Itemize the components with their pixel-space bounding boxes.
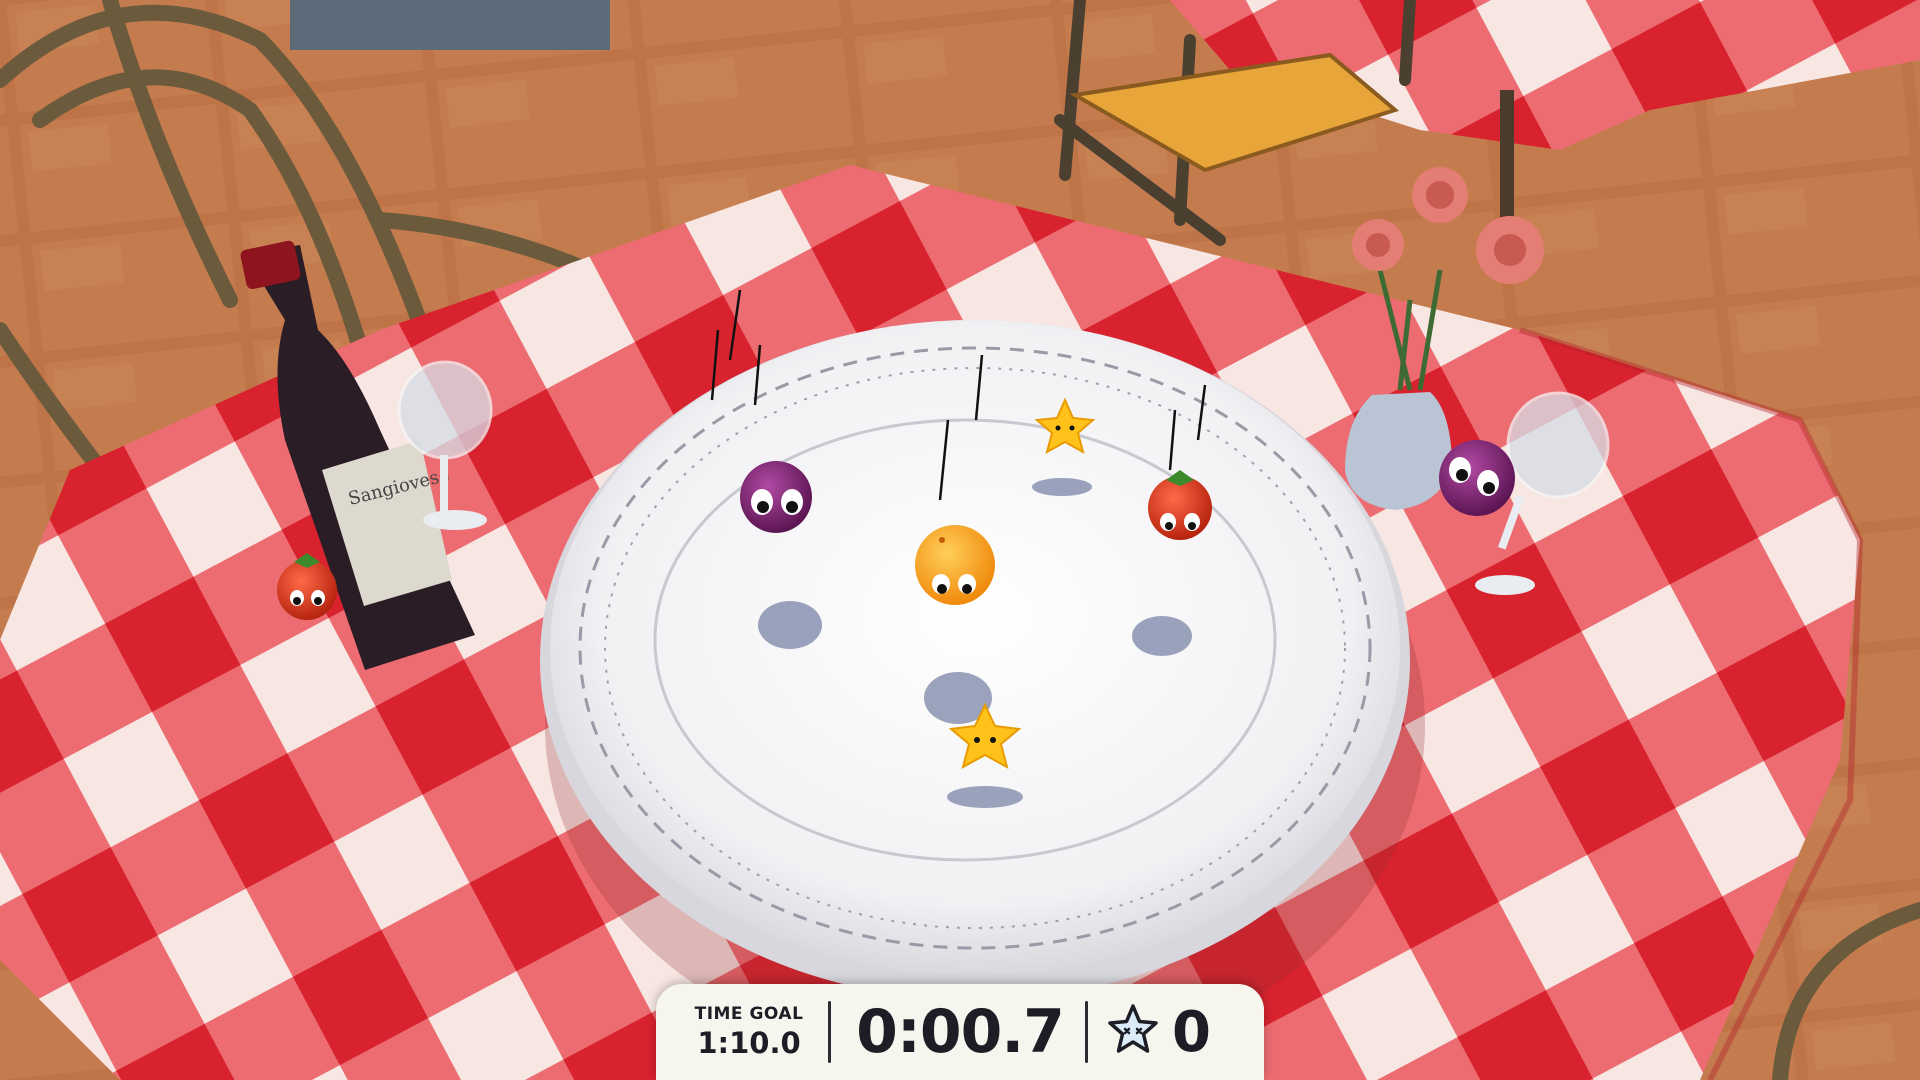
game-scene: Sangiovese <box>0 0 1920 1080</box>
elapsed-timer: 0:00.7 <box>856 997 1065 1067</box>
onion-character-table <box>1439 440 1515 516</box>
hud-divider <box>828 1001 831 1063</box>
star-count: 0 <box>1172 999 1211 1065</box>
scene-art: Sangiovese <box>0 0 1920 1080</box>
time-goal-label: TIME GOAL <box>694 1004 804 1024</box>
orange-character <box>915 525 995 605</box>
time-goal: TIME GOAL 1:10.0 <box>690 1004 808 1060</box>
onion-character <box>740 461 812 533</box>
star-counter: 0 <box>1104 1000 1211 1065</box>
hud-divider <box>1085 1001 1088 1063</box>
time-goal-value: 1:10.0 <box>697 1026 801 1060</box>
hud-panel: TIME GOAL 1:10.0 0:00.7 0 <box>656 984 1264 1080</box>
background-table-leg <box>1500 90 1514 230</box>
back-wall <box>290 0 610 50</box>
star-icon <box>1104 1001 1162 1063</box>
